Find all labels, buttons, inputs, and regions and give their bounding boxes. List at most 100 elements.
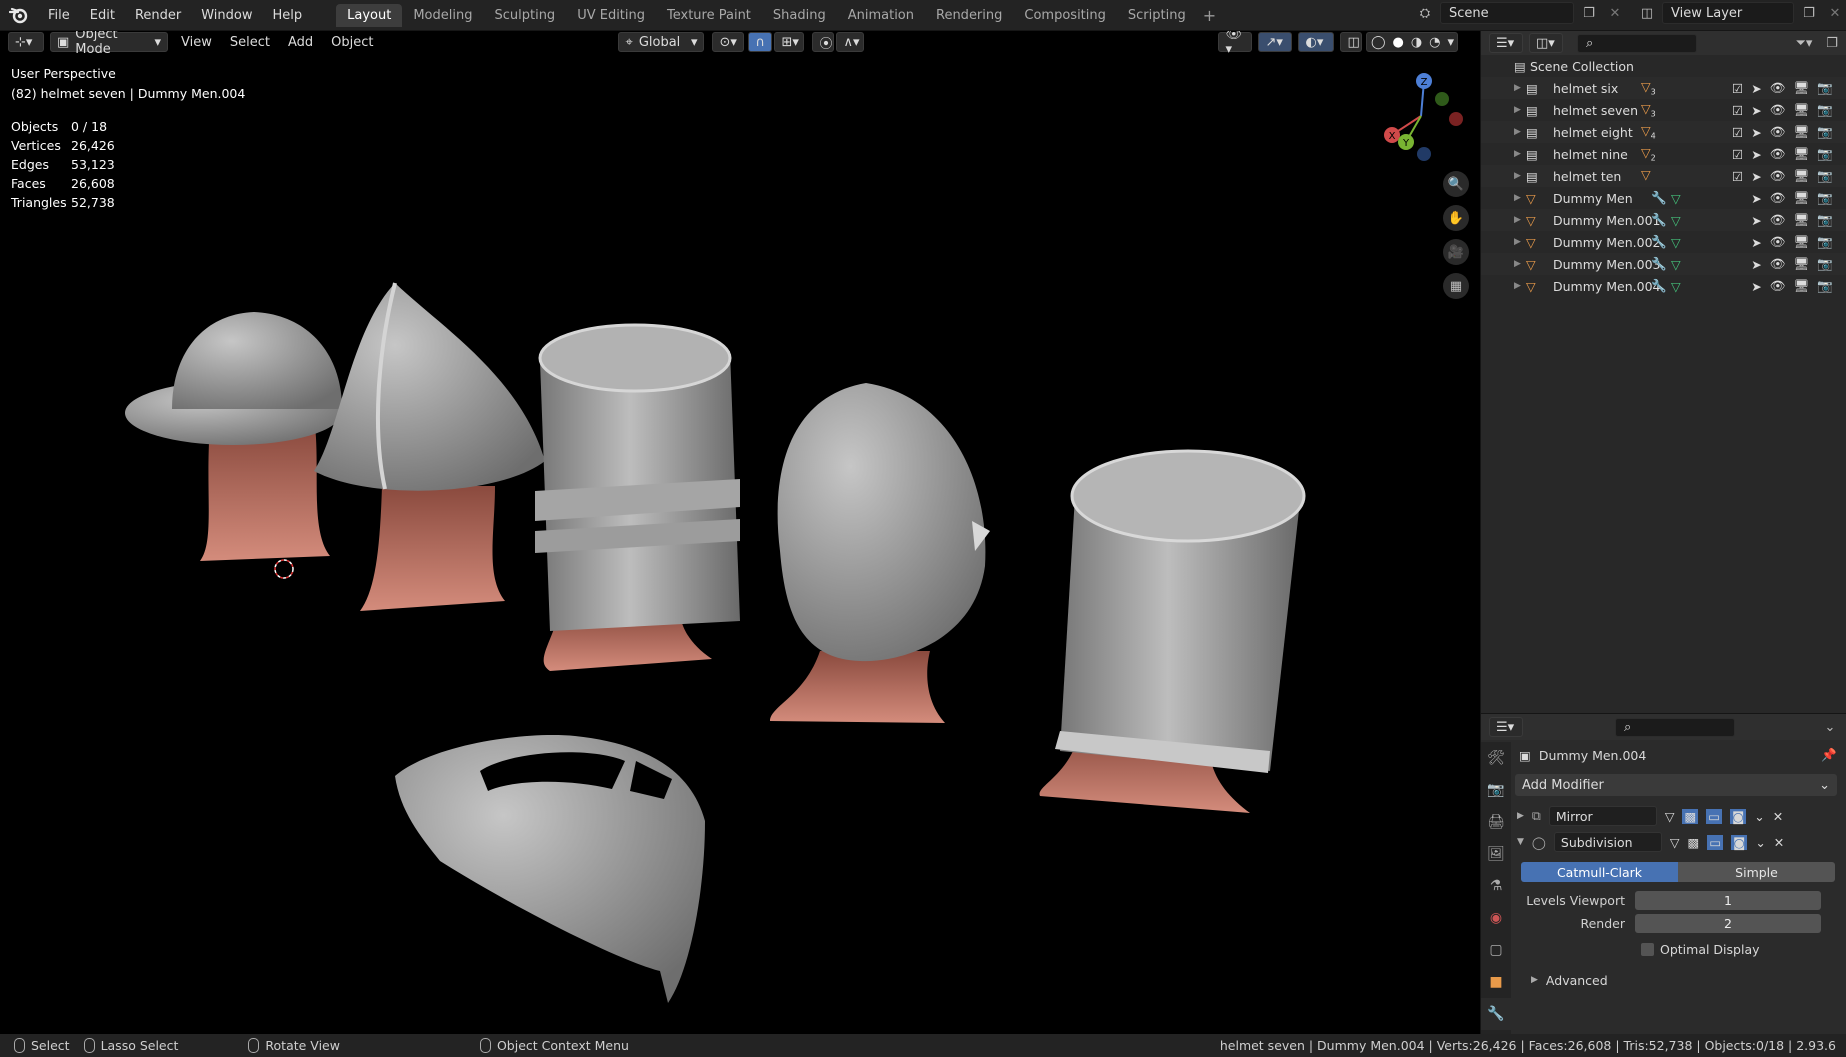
monitor-icon[interactable]: 🖥 — [1794, 168, 1810, 184]
tab-sculpting[interactable]: Sculpting — [483, 4, 566, 27]
monitor-icon[interactable]: 🖥 — [1794, 124, 1810, 140]
delete-scene-icon[interactable]: ✕ — [1604, 2, 1626, 24]
add-workspace-icon[interactable]: + — [1197, 6, 1222, 25]
zoom-icon[interactable]: 🔍 — [1443, 171, 1469, 197]
outliner-item[interactable]: ▶ ▤ helmet eight ▽4 ☑ ➤ 👁 🖥 📷 — [1481, 121, 1846, 143]
expand-icon[interactable]: ▶ — [1514, 281, 1521, 291]
outliner-item[interactable]: ▶ ▽ Dummy Men 🔧 ▽ ➤ 👁 🖥 📷 — [1481, 187, 1846, 209]
selectable-arrow-icon[interactable]: ➤ — [1751, 279, 1761, 294]
expand-icon[interactable]: ▶ — [1531, 975, 1538, 985]
optimal-display-checkbox[interactable] — [1641, 942, 1654, 956]
helmet-brimmed[interactable] — [125, 312, 342, 561]
menu-file[interactable]: File — [38, 8, 80, 23]
monitor-icon[interactable]: 🖥 — [1794, 80, 1810, 96]
add-modifier-button[interactable]: Add Modifier ⌄ — [1515, 774, 1837, 796]
dropdown-icon[interactable]: ⌄ — [1755, 835, 1765, 850]
ortho-grid-icon[interactable]: ▦ — [1443, 273, 1469, 299]
helmet-great[interactable] — [1039, 449, 1306, 813]
pin-icon[interactable]: 📌 — [1821, 747, 1837, 763]
mirror-name-field[interactable]: Mirror — [1548, 806, 1657, 826]
outliner-item[interactable]: ▶ ▽ Dummy Men.004 🔧 ▽ ➤ 👁 🖥 📷 — [1481, 275, 1846, 297]
dropdown-icon[interactable]: ⌄ — [1754, 809, 1764, 824]
expand-icon[interactable]: ▶ — [1514, 215, 1521, 225]
new-scene-icon[interactable]: ❐ — [1578, 2, 1600, 24]
3d-viewport[interactable]: ⊹▾ ▣ Object Mode ▾ View Select Add Object … — [0, 31, 1480, 1034]
blender-logo-icon[interactable] — [6, 2, 32, 28]
selectable-arrow-icon[interactable]: ➤ — [1751, 169, 1761, 184]
eye-icon[interactable]: 👁 — [1770, 146, 1786, 162]
outliner-item[interactable]: ▶ ▤ helmet nine ▽2 ☑ ➤ 👁 🖥 📷 — [1481, 143, 1846, 165]
monitor-icon[interactable]: 🖥 — [1794, 146, 1810, 162]
eye-icon[interactable]: 👁 — [1770, 278, 1786, 294]
selectable-arrow-icon[interactable]: ➤ — [1751, 213, 1761, 228]
new-view-layer-icon[interactable]: ❐ — [1798, 2, 1820, 24]
tab-shading[interactable]: Shading — [762, 4, 837, 27]
tab-uv-editing[interactable]: UV Editing — [566, 4, 656, 27]
eye-icon[interactable]: 👁 — [1770, 124, 1786, 140]
object-tab-icon[interactable]: ■ — [1481, 966, 1511, 998]
camera-icon[interactable]: 📷 — [1817, 80, 1833, 96]
outliner-editor-icon[interactable]: ☰▾ — [1489, 33, 1523, 53]
expand-icon[interactable]: ▶ — [1514, 193, 1521, 203]
camera-icon[interactable]: 📷 — [1817, 102, 1833, 118]
eye-icon[interactable]: 👁 — [1770, 80, 1786, 96]
expand-icon[interactable]: ▶ — [1514, 105, 1521, 115]
expand-icon[interactable]: ▶ — [1514, 259, 1521, 269]
render-levels-input[interactable]: 2 — [1635, 913, 1821, 933]
outliner-item[interactable]: ▶ ▽ Dummy Men.002 🔧 ▽ ➤ 👁 🖥 📷 — [1481, 231, 1846, 253]
camera-icon[interactable]: 📷 — [1817, 190, 1833, 206]
display-mode-icon[interactable]: ◫▾ — [1529, 33, 1563, 53]
menu-help[interactable]: Help — [263, 8, 313, 23]
scene-collection-row[interactable]: ▤ Scene Collection — [1481, 55, 1846, 77]
exclude-checkbox[interactable]: ☑ — [1732, 125, 1743, 140]
expand-icon[interactable]: ▶ — [1514, 149, 1521, 159]
close-icon[interactable]: ✕ — [1773, 809, 1783, 824]
properties-editor-icon[interactable]: ☰▾ — [1489, 717, 1523, 737]
camera-icon[interactable]: 📷 — [1817, 234, 1833, 250]
eye-icon[interactable]: 👁 — [1770, 234, 1786, 250]
monitor-icon[interactable]: 🖥 — [1794, 256, 1810, 272]
selectable-arrow-icon[interactable]: ➤ — [1751, 257, 1761, 272]
monitor-icon[interactable]: 🖥 — [1794, 102, 1810, 118]
edit-mode-icon[interactable]: ▽ — [1665, 809, 1675, 824]
view-layer-field[interactable]: View Layer — [1662, 2, 1794, 24]
chevron-down-icon[interactable]: ⌄ — [1819, 716, 1841, 738]
tab-rendering[interactable]: Rendering — [925, 4, 1013, 27]
scene-tab-icon[interactable]: ⚗ — [1481, 870, 1511, 902]
expand-icon[interactable]: ▶ — [1514, 237, 1521, 247]
exclude-checkbox[interactable]: ☑ — [1732, 169, 1743, 184]
outliner-item[interactable]: ▶ ▽ Dummy Men.003 🔧 ▽ ➤ 👁 🖥 📷 — [1481, 253, 1846, 275]
new-collection-icon[interactable]: ❐ — [1821, 32, 1843, 54]
eye-icon[interactable]: 👁 — [1770, 256, 1786, 272]
subdivision-name-field[interactable]: Subdivision — [1553, 832, 1662, 852]
menu-window[interactable]: Window — [191, 8, 262, 23]
exclude-checkbox[interactable]: ☑ — [1732, 103, 1743, 118]
monitor-icon[interactable]: 🖥 — [1794, 234, 1810, 250]
selectable-arrow-icon[interactable]: ➤ — [1751, 147, 1761, 162]
collapse-icon[interactable]: ▼ — [1517, 837, 1524, 847]
cage-icon[interactable]: ▩ — [1682, 808, 1699, 824]
modifier-tab-icon[interactable]: 🔧 — [1481, 998, 1511, 1030]
tab-layout[interactable]: Layout — [336, 3, 403, 27]
outliner-item[interactable]: ▶ ▤ helmet ten ▽ ☑ ➤ 👁 🖥 📷 — [1481, 165, 1846, 187]
close-icon[interactable]: ✕ — [1774, 835, 1784, 850]
exclude-checkbox[interactable]: ☑ — [1732, 81, 1743, 96]
camera-icon[interactable]: 📷 — [1817, 146, 1833, 162]
camera-view-icon[interactable]: 🎥 — [1443, 239, 1469, 265]
collection-tab-icon[interactable]: ▢ — [1481, 934, 1511, 966]
menu-edit[interactable]: Edit — [80, 8, 125, 23]
expand-icon[interactable]: ▶ — [1514, 171, 1521, 181]
camera-icon[interactable]: 📷 — [1817, 168, 1833, 184]
selectable-arrow-icon[interactable]: ➤ — [1751, 125, 1761, 140]
outliner-item[interactable]: ▶ ▤ helmet six ▽3 ☑ ➤ 👁 🖥 📷 — [1481, 77, 1846, 99]
helmet-pointed[interactable] — [314, 282, 545, 611]
tab-compositing[interactable]: Compositing — [1013, 4, 1117, 27]
outliner-item[interactable]: ▶ ▤ helmet seven ▽3 ☑ ➤ 👁 🖥 📷 — [1481, 99, 1846, 121]
selectable-arrow-icon[interactable]: ➤ — [1751, 191, 1761, 206]
expand-icon[interactable]: ▶ — [1517, 811, 1524, 821]
edit-mode-icon[interactable]: ▽ — [1670, 835, 1680, 850]
scene-icon[interactable]: ⛭ — [1414, 2, 1436, 24]
exclude-checkbox[interactable]: ☑ — [1732, 147, 1743, 162]
properties-search-input[interactable]: ⌕ — [1615, 717, 1735, 737]
selectable-arrow-icon[interactable]: ➤ — [1751, 103, 1761, 118]
